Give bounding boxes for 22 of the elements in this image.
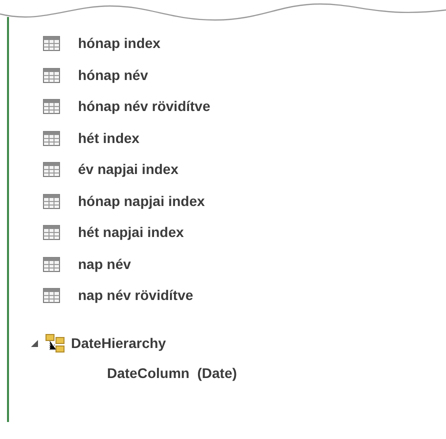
field-label[interactable]: hét napjai index [78,222,184,244]
field-label[interactable]: nap név [78,254,131,275]
field-label[interactable]: hónap név [78,64,148,86]
field-label[interactable]: hónap név rövidítve [78,96,210,118]
table-icon [43,68,60,83]
hierarchy-icon [45,334,65,352]
field-label[interactable]: hét index [78,128,140,149]
table-icon [43,130,60,146]
field-label[interactable]: hónap index [78,33,160,54]
level-label[interactable]: DateColumn (Date) [107,363,237,384]
table-icon [43,194,60,209]
table-icon [43,99,60,114]
expand-arrow-icon[interactable] [31,340,38,346]
field-label[interactable]: hónap napjai index [78,190,205,212]
table-icon [43,256,60,272]
table-icon [43,36,60,52]
table-icon [43,225,60,240]
field-label[interactable]: nap név rövidítve [78,285,194,306]
table-icon [43,162,60,178]
field-label[interactable]: év napjai index [78,159,178,180]
table-icon [43,288,60,304]
hierarchy-label[interactable]: DateHierarchy [71,332,166,354]
